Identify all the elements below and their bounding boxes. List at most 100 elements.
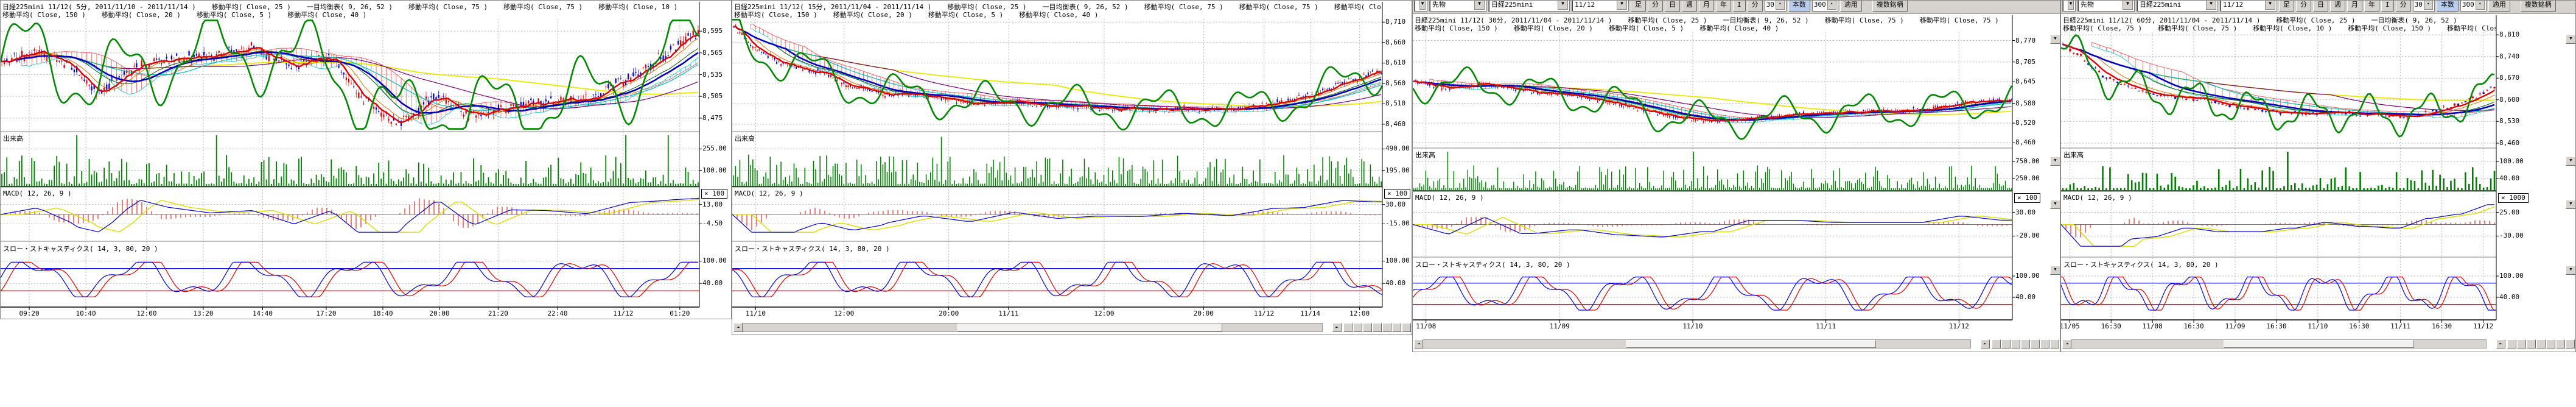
scrollbar-extra-button[interactable]	[2546, 339, 2555, 349]
candle-body	[1669, 116, 1670, 118]
candle-body	[443, 96, 444, 97]
axis-label: 8,460	[1385, 120, 1405, 128]
candle-body	[2225, 105, 2227, 106]
candle-body	[748, 42, 749, 43]
scrollbar-extra-button[interactable]	[1992, 339, 2001, 349]
candle-body	[867, 89, 869, 90]
candle-body	[1099, 110, 1100, 111]
axis-label: 13.00	[702, 200, 723, 208]
scrollbar-extra-button[interactable]	[2507, 339, 2516, 349]
candle-body	[635, 72, 636, 73]
candle-body	[2261, 110, 2263, 111]
candle-body	[2102, 76, 2104, 77]
volume-multiplier-box: × 100	[2014, 193, 2040, 203]
candle-body	[882, 94, 883, 96]
candle-body	[763, 52, 765, 54]
chevron-down-icon: ▼	[2569, 158, 2572, 163]
scrollbar-extra-button[interactable]	[2536, 339, 2546, 349]
candle-body	[677, 41, 679, 44]
scrollbar-extra-button[interactable]	[2001, 339, 2011, 349]
candle-body	[291, 68, 292, 69]
scrollbar-thumb[interactable]	[957, 324, 1222, 331]
axis-label: 8,565	[702, 49, 723, 57]
scrollbar-extra-button[interactable]	[1373, 323, 1382, 332]
scrollbar-left-arrow[interactable]: ◄	[1414, 339, 1423, 349]
scrollbar-extra-button[interactable]	[2040, 339, 2049, 349]
candle-body	[2069, 49, 2071, 51]
axis-label: 40.00	[2015, 293, 2035, 301]
scrollbar-left-arrow[interactable]: ◄	[733, 323, 743, 332]
stoch-section-label: スロー・ストキャスティクス( 14, 3, 80, 20 )	[2063, 260, 2219, 269]
axis-label: 8,530	[2499, 117, 2519, 125]
candle-body	[1368, 73, 1369, 76]
section-dropdown-button[interactable]: ▼	[2566, 200, 2576, 209]
candle-body	[2141, 90, 2143, 91]
horizontal-scrollbar[interactable]	[733, 323, 1323, 332]
candle-body	[841, 83, 842, 84]
section-dropdown-button[interactable]: ▼	[2050, 200, 2060, 209]
scrollbar-right-arrow[interactable]: ►	[1332, 323, 1342, 332]
scrollbar-extra-button[interactable]	[1402, 323, 1411, 332]
scrollbar-extra-button[interactable]	[2527, 339, 2536, 349]
candle-body	[2185, 99, 2187, 100]
macd-section-label: MACD( 12, 26, 9 )	[735, 189, 803, 197]
section-dropdown-button[interactable]: ▼	[2050, 157, 2060, 166]
scrollbar-extra-button[interactable]	[2021, 339, 2030, 349]
candle-body	[1261, 102, 1262, 103]
candle-body	[1307, 93, 1308, 94]
candle-body	[2399, 116, 2401, 118]
candle-body	[156, 58, 157, 60]
time-axis-label: 22:40	[547, 310, 567, 317]
section-dropdown-button[interactable]: ▼	[2566, 157, 2576, 166]
candle-body	[2076, 53, 2078, 55]
scrollbar-right-arrow[interactable]: ►	[1981, 339, 1990, 349]
scrollbar-thumb[interactable]	[2224, 340, 2414, 348]
section-dropdown-button[interactable]: ▼	[2050, 35, 2060, 44]
candle-body	[1441, 88, 1443, 90]
scrollbar-extra-button[interactable]	[2031, 339, 2040, 349]
scrollbar-extra-button[interactable]	[1382, 323, 1391, 332]
axis-label: 8,535	[702, 71, 723, 79]
candle-body	[947, 99, 948, 101]
stoch-d-line	[1413, 277, 2012, 310]
scrollbar-right-arrow[interactable]: ►	[2496, 339, 2505, 349]
scrollbar-thumb[interactable]	[1626, 340, 1876, 348]
candle-body	[1619, 104, 1620, 106]
scrollbar-left-arrow[interactable]: ◄	[2062, 339, 2071, 349]
scrollbar-extra-button[interactable]	[1363, 323, 1372, 332]
section-dropdown-button[interactable]: ▼	[2050, 266, 2060, 275]
candle-body	[2247, 108, 2249, 110]
scrollbar-extra-button[interactable]	[1392, 323, 1401, 332]
candle-body	[741, 33, 743, 35]
scrollbar-extra-button[interactable]	[1343, 323, 1353, 332]
candle-body	[1290, 99, 1291, 101]
candle-body	[668, 55, 669, 56]
macd-signal-line	[1413, 216, 2012, 237]
time-axis-label: 11/08	[1416, 322, 1436, 330]
horizontal-scrollbar[interactable]	[2062, 339, 2487, 349]
candle-body	[171, 56, 172, 60]
axis-label: 100.00	[1385, 257, 1410, 264]
candle-body	[1605, 102, 1606, 103]
scrollbar-extra-button[interactable]	[2011, 339, 2020, 349]
candle-body	[2196, 100, 2198, 101]
scrollbar-extra-button[interactable]	[2517, 339, 2526, 349]
axis-label: 8,520	[2015, 119, 2035, 127]
scrollbar-extra-button[interactable]	[2556, 339, 2565, 349]
candle-body	[91, 87, 93, 91]
scrollbar-extra-button[interactable]	[1353, 323, 1362, 332]
scrollbar-extra-button[interactable]	[2566, 339, 2575, 349]
candle-body	[1597, 100, 1598, 102]
section-dropdown-button[interactable]: ▼	[2566, 35, 2576, 44]
horizontal-scrollbar[interactable]	[1414, 339, 1971, 349]
time-axis-label: 21:20	[488, 310, 508, 317]
candle-body	[376, 107, 377, 109]
scrollbar-extra-button[interactable]	[2050, 339, 2059, 349]
candle-body	[2454, 104, 2455, 106]
candle-body	[208, 52, 209, 53]
time-axis-label: 11/05	[2060, 322, 2080, 330]
axis-label: -30.00	[2499, 232, 2524, 239]
candle-body	[1557, 95, 1558, 96]
section-dropdown-button[interactable]: ▼	[2566, 266, 2576, 275]
candle-body	[348, 79, 349, 82]
